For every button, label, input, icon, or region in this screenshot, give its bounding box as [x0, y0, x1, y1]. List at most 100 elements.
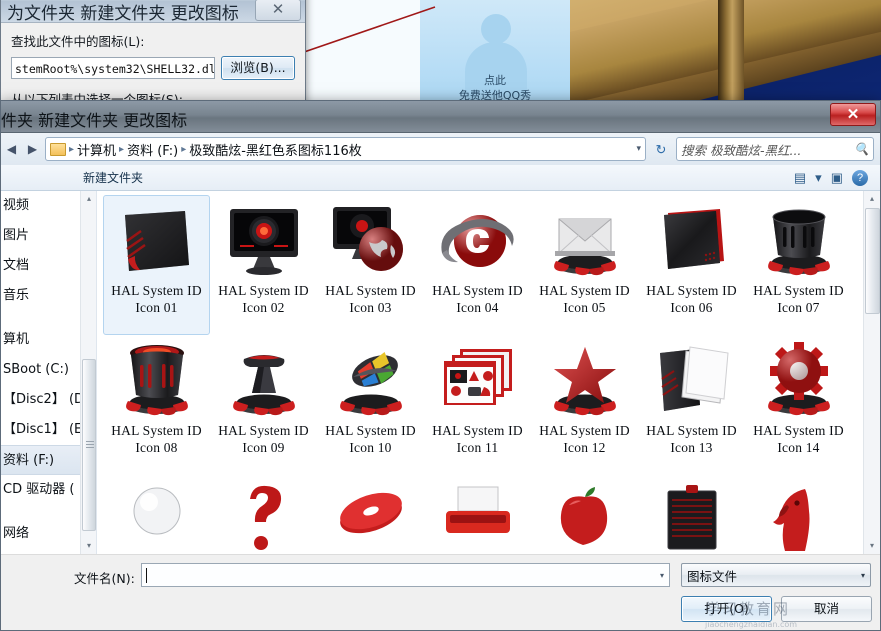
- file-item-label: HAL System ID Icon 01: [111, 283, 202, 315]
- forward-icon[interactable]: ▶: [24, 140, 41, 159]
- browse-button[interactable]: 浏览(B)...: [221, 56, 295, 80]
- search-input[interactable]: 搜索 极致酷炫-黑红... 🔍: [676, 137, 874, 161]
- red-star-stand-icon: [543, 341, 627, 419]
- file-item[interactable]: [103, 475, 210, 554]
- command-bar-icons: ▤ ▾ ▣ ?: [794, 169, 874, 186]
- breadcrumb-item-folder[interactable]: 极致酷炫-黑红色系图标116枚: [189, 140, 362, 159]
- file-item[interactable]: [531, 475, 638, 554]
- change-icon-dialog: 为文件夹 新建文件夹 更改图标 ✕ 查找此文件中的图标(L): stemRoot…: [0, 0, 306, 108]
- file-item[interactable]: [745, 475, 852, 554]
- dialog-content: 视频 图片 文档 音乐 算机 SBoot (C:) 【Disc2】 (D 【Di…: [1, 191, 880, 554]
- chevron-down-icon[interactable]: ▾: [660, 571, 664, 580]
- red-gear-stand-icon: [757, 341, 841, 419]
- close-icon[interactable]: ✕: [255, 0, 301, 21]
- icon-path-input[interactable]: stemRoot%\system32\SHELL32.dll: [11, 57, 215, 79]
- qq-promo-line1: 点此: [484, 74, 506, 87]
- change-icon-dialog-title: 为文件夹 新建文件夹 更改图标: [7, 4, 239, 24]
- file-item[interactable]: HAL System ID Icon 08: [103, 335, 210, 475]
- icon-path-row: stemRoot%\system32\SHELL32.dll 浏览(B)...: [11, 56, 295, 80]
- file-grid: HAL System ID Icon 01 HAL System ID Icon…: [97, 191, 863, 554]
- scroll-up-icon[interactable]: ▴: [864, 191, 880, 207]
- close-icon[interactable]: ✕: [830, 103, 876, 126]
- recycle-bin-full-icon: [115, 341, 199, 419]
- file-item[interactable]: HAL System ID Icon 02: [210, 195, 317, 335]
- file-item[interactable]: HAL System ID Icon 11: [424, 335, 531, 475]
- command-bar: 新建文件夹 ▤ ▾ ▣ ?: [1, 165, 880, 191]
- open-dialog-title: 件夹 新建文件夹 更改图标: [1, 111, 188, 130]
- file-item[interactable]: HAL System ID Icon 10: [317, 335, 424, 475]
- file-list-pane: HAL System ID Icon 01 HAL System ID Icon…: [97, 191, 880, 554]
- file-item[interactable]: HAL System ID Icon 03: [317, 195, 424, 335]
- file-type-select[interactable]: 图标文件 ▾: [681, 563, 871, 587]
- file-item[interactable]: [317, 475, 424, 554]
- change-icon-dialog-titlebar[interactable]: 为文件夹 新建文件夹 更改图标 ✕: [1, 0, 305, 24]
- scrollbar-grip-icon: [86, 441, 94, 449]
- scroll-down-icon[interactable]: ▾: [864, 538, 880, 554]
- black-folder-red-icon: [115, 201, 199, 279]
- windows-flag-disc-icon: [329, 341, 413, 419]
- file-item[interactable]: HAL System ID Icon 06: [638, 195, 745, 335]
- file-item-label: HAL System ID Icon 14: [753, 423, 844, 455]
- file-item[interactable]: HAL System ID Icon 12: [531, 335, 638, 475]
- preview-pane-icon[interactable]: ▤: [794, 170, 806, 186]
- chevron-down-icon: ▾: [860, 570, 865, 580]
- layout-pane-icon[interactable]: ▣: [831, 170, 843, 186]
- file-item[interactable]: [210, 475, 317, 554]
- find-icon-label: 查找此文件中的图标(L):: [11, 34, 145, 49]
- open-file-dialog: 件夹 新建文件夹 更改图标 ✕ ◀ ▶ ▸ 计算机 ▸ 资料 (F:) ▸ 极致…: [0, 100, 881, 631]
- hal-monitor-icon: [222, 201, 306, 279]
- dark-list-panel-icon: [650, 481, 734, 554]
- new-folder-button[interactable]: 新建文件夹: [83, 169, 143, 186]
- file-item-label: HAL System ID Icon 04: [432, 283, 523, 315]
- text-caret: [146, 567, 147, 583]
- navigation-pane-scrollbar[interactable]: ▴ ▾: [80, 191, 96, 554]
- red-knight-chess-icon: [757, 481, 841, 554]
- file-type-value: 图标文件: [687, 568, 738, 584]
- filename-input[interactable]: ▾: [141, 563, 670, 587]
- qq-promo-panel[interactable]: 点此 免费送他QQ秀: [420, 0, 570, 106]
- black-red-folder-icon: [650, 201, 734, 279]
- open-dialog-titlebar[interactable]: 件夹 新建文件夹 更改图标 ✕: [1, 101, 880, 133]
- breadcrumb-separator: ▸: [69, 143, 75, 155]
- file-list-scrollbar[interactable]: ▴ ▾: [863, 191, 880, 554]
- scrollbar-thumb[interactable]: [82, 359, 96, 531]
- search-placeholder: 搜索 极致酷炫-黑红...: [681, 142, 802, 158]
- file-item-label: HAL System ID Icon 07: [753, 283, 844, 315]
- file-item[interactable]: [638, 475, 745, 554]
- file-item[interactable]: HAL System ID Icon 01: [103, 195, 210, 335]
- file-item-label: HAL System ID Icon 12: [539, 423, 630, 455]
- breadcrumb[interactable]: ▸ 计算机 ▸ 资料 (F:) ▸ 极致酷炫-黑红色系图标116枚 ▾: [45, 137, 646, 161]
- chevron-down-icon[interactable]: ▾: [636, 144, 641, 154]
- file-item-label: HAL System ID Icon 02: [218, 283, 309, 315]
- file-item[interactable]: [424, 475, 531, 554]
- scrollbar-thumb[interactable]: [865, 208, 880, 314]
- breadcrumb-separator: ▸: [181, 143, 187, 155]
- documents-folder-icon: [650, 341, 734, 419]
- address-bar-row: ◀ ▶ ▸ 计算机 ▸ 资料 (F:) ▸ 极致酷炫-黑红色系图标116枚 ▾ …: [1, 133, 880, 165]
- file-item[interactable]: HAL System ID Icon 07: [745, 195, 852, 335]
- red-apple-icon: [543, 481, 627, 554]
- filename-label: 文件名(N):: [74, 571, 135, 586]
- back-icon[interactable]: ◀: [3, 140, 20, 159]
- breadcrumb-item-computer[interactable]: 计算机: [77, 140, 116, 159]
- file-item[interactable]: HAL System ID Icon 13: [638, 335, 745, 475]
- breadcrumb-separator: ▸: [119, 143, 125, 155]
- red-disc-icon: [329, 481, 413, 554]
- refresh-icon[interactable]: ↻: [650, 138, 672, 160]
- cancel-button[interactable]: 取消: [781, 596, 872, 622]
- file-item-label: HAL System ID Icon 10: [325, 423, 416, 455]
- file-item[interactable]: HAL System ID Icon 04: [424, 195, 531, 335]
- scroll-down-icon[interactable]: ▾: [81, 538, 96, 554]
- file-item[interactable]: HAL System ID Icon 05: [531, 195, 638, 335]
- file-item-label: HAL System ID Icon 05: [539, 283, 630, 315]
- file-item[interactable]: HAL System ID Icon 09: [210, 335, 317, 475]
- search-icon: 🔍: [854, 142, 869, 156]
- breadcrumb-item-drive-f[interactable]: 资料 (F:): [127, 140, 178, 159]
- help-icon[interactable]: ?: [852, 169, 868, 186]
- file-item[interactable]: HAL System ID Icon 14: [745, 335, 852, 475]
- chevron-down-icon[interactable]: ▾: [815, 170, 822, 186]
- scroll-up-icon[interactable]: ▴: [81, 191, 96, 207]
- open-button[interactable]: 打开(O): [681, 596, 772, 622]
- file-item-label: HAL System ID Icon 08: [111, 423, 202, 455]
- file-item-label: HAL System ID Icon 06: [646, 283, 737, 315]
